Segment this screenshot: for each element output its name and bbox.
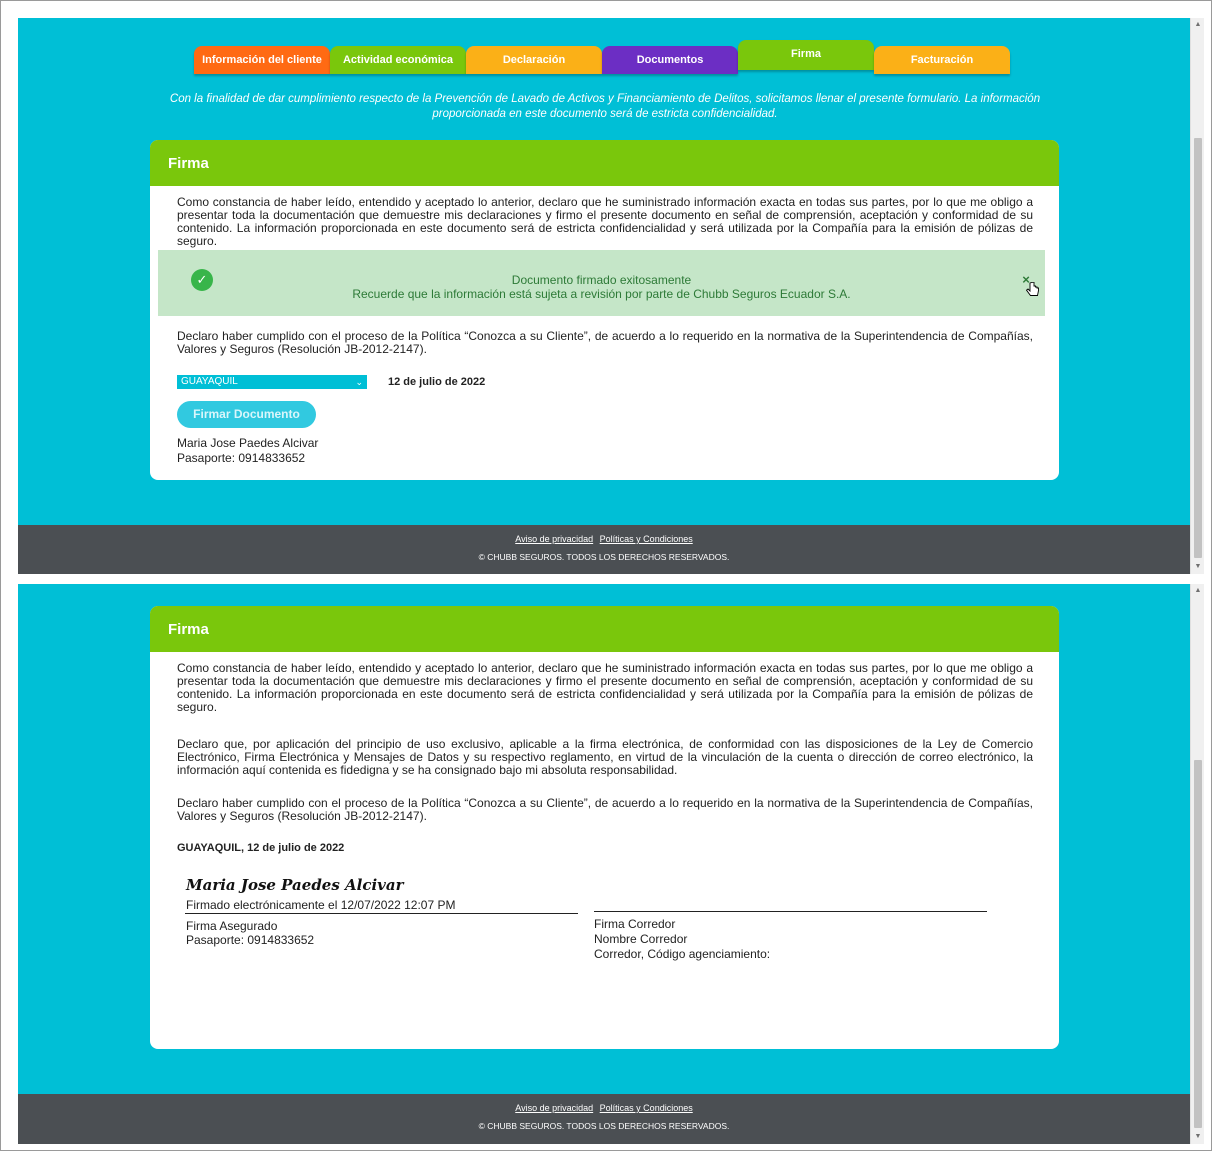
bottom-page-view: Firma Como constancia de haber leído, en… (18, 584, 1190, 1144)
alert-title: Documento firmado exitosamente (511, 273, 692, 287)
tab-label: Facturación (910, 54, 974, 66)
sign-document-button[interactable]: Firmar Documento (177, 401, 316, 428)
form-tabs: Información del cliente Actividad económ… (194, 40, 1010, 74)
page-footer: Aviso de privacidad Políticas y Condicio… (18, 525, 1190, 574)
broker-signature-label: Firma Corredor (594, 917, 676, 931)
broker-code-label: Corredor, Código agenciamiento: (594, 947, 771, 961)
card-title: Firma (150, 606, 1059, 652)
scroll-up-icon[interactable]: ▲ (1191, 18, 1205, 32)
policy-declaration: Declaro haber cumplido con el proceso de… (177, 796, 1033, 823)
scroll-up-icon[interactable]: ▲ (1191, 584, 1205, 598)
copyright-text: © CHUBB SEGUROS. TODOS LOS DERECHOS RESE… (478, 552, 730, 562)
declaration-paragraph: Como constancia de haber leído, entendid… (177, 661, 1033, 714)
policy-declaration: Declaro haber cumplido con el proceso de… (177, 329, 1033, 356)
broker-name-label: Nombre Corredor (594, 932, 688, 946)
intro-text: Con la finalidad de dar cumplimiento res… (169, 93, 1041, 120)
top-page-view: Información del cliente Actividad económ… (18, 18, 1190, 574)
privacy-link[interactable]: Aviso de privacidad (515, 1103, 593, 1113)
broker-signature-block: Firma Corredor Nombre Corredor Corredor,… (594, 917, 770, 962)
tab-label: Actividad económica (342, 54, 454, 66)
tab-economic-activity[interactable]: Actividad económica (330, 46, 466, 74)
electronic-signature-declaration: Declaro que, por aplicación del principi… (177, 737, 1033, 777)
tab-client-info[interactable]: Información del cliente (194, 46, 330, 74)
tab-label: Documentos (636, 54, 704, 66)
tab-documents[interactable]: Documentos (602, 46, 738, 74)
policies-link[interactable]: Políticas y Condiciones (600, 1103, 693, 1113)
tab-billing[interactable]: Facturación (874, 46, 1010, 74)
city-select[interactable]: GUAYAQUIL ⌄ (177, 375, 367, 389)
signature-card: Firma Como constancia de haber leído, en… (150, 140, 1059, 480)
hand-cursor-icon (1026, 282, 1039, 296)
bottom-scrollbar[interactable]: ▲ ▼ (1190, 584, 1204, 1144)
broker-signature-line (594, 911, 987, 912)
place-and-date: GUAYAQUIL, 12 de julio de 2022 (177, 842, 345, 854)
page-footer: Aviso de privacidad Políticas y Condicio… (18, 1094, 1190, 1144)
signed-document-card: Firma Como constancia de haber leído, en… (150, 606, 1059, 1049)
policies-link[interactable]: Políticas y Condiciones (600, 534, 693, 544)
success-alert: ✓ Documento firmado exitosamente Recuerd… (158, 250, 1045, 316)
tab-declaration[interactable]: Declaración (466, 46, 602, 74)
chevron-down-icon: ⌄ (355, 377, 363, 387)
footer-links: Aviso de privacidad Políticas y Condicio… (18, 1103, 1190, 1113)
tab-label: Declaración (502, 54, 566, 66)
signer-name: Maria Jose Paedes Alcivar (177, 436, 319, 450)
alert-message: Recuerde que la información está sujeta … (352, 287, 851, 301)
card-title: Firma (150, 140, 1059, 186)
insured-passport: Pasaporte: 0914833652 (186, 933, 315, 947)
declaration-paragraph: Como constancia de haber leído, entendid… (177, 196, 1033, 248)
tab-label: Firma (791, 48, 821, 60)
handwritten-signature: Maria Jose Paedes Alcivar (186, 876, 404, 894)
scroll-thumb[interactable] (1194, 760, 1202, 1128)
top-scrollbar[interactable]: ▲ ▼ (1190, 18, 1204, 574)
tab-label: Información del cliente (202, 54, 322, 66)
electronic-signature-note: Firmado electrónicamente el 12/07/2022 1… (186, 898, 456, 912)
signer-passport: Pasaporte: 0914833652 (177, 451, 306, 465)
tab-signature[interactable]: Firma (738, 40, 874, 70)
scroll-thumb[interactable] (1194, 138, 1202, 558)
signature-date: 12 de julio de 2022 (388, 376, 486, 388)
privacy-link[interactable]: Aviso de privacidad (515, 534, 593, 544)
copyright-text: © CHUBB SEGUROS. TODOS LOS DERECHOS RESE… (478, 1121, 730, 1131)
scroll-down-icon[interactable]: ▼ (1191, 560, 1205, 574)
city-select-value: GUAYAQUIL (181, 376, 238, 387)
insured-signature-line (185, 913, 578, 914)
footer-links: Aviso de privacidad Políticas y Condicio… (18, 534, 1190, 544)
insured-signature-label: Firma Asegurado (186, 919, 278, 933)
insured-signature-block: Firma Asegurado Pasaporte: 0914833652 (186, 919, 314, 947)
scroll-down-icon[interactable]: ▼ (1191, 1130, 1205, 1144)
